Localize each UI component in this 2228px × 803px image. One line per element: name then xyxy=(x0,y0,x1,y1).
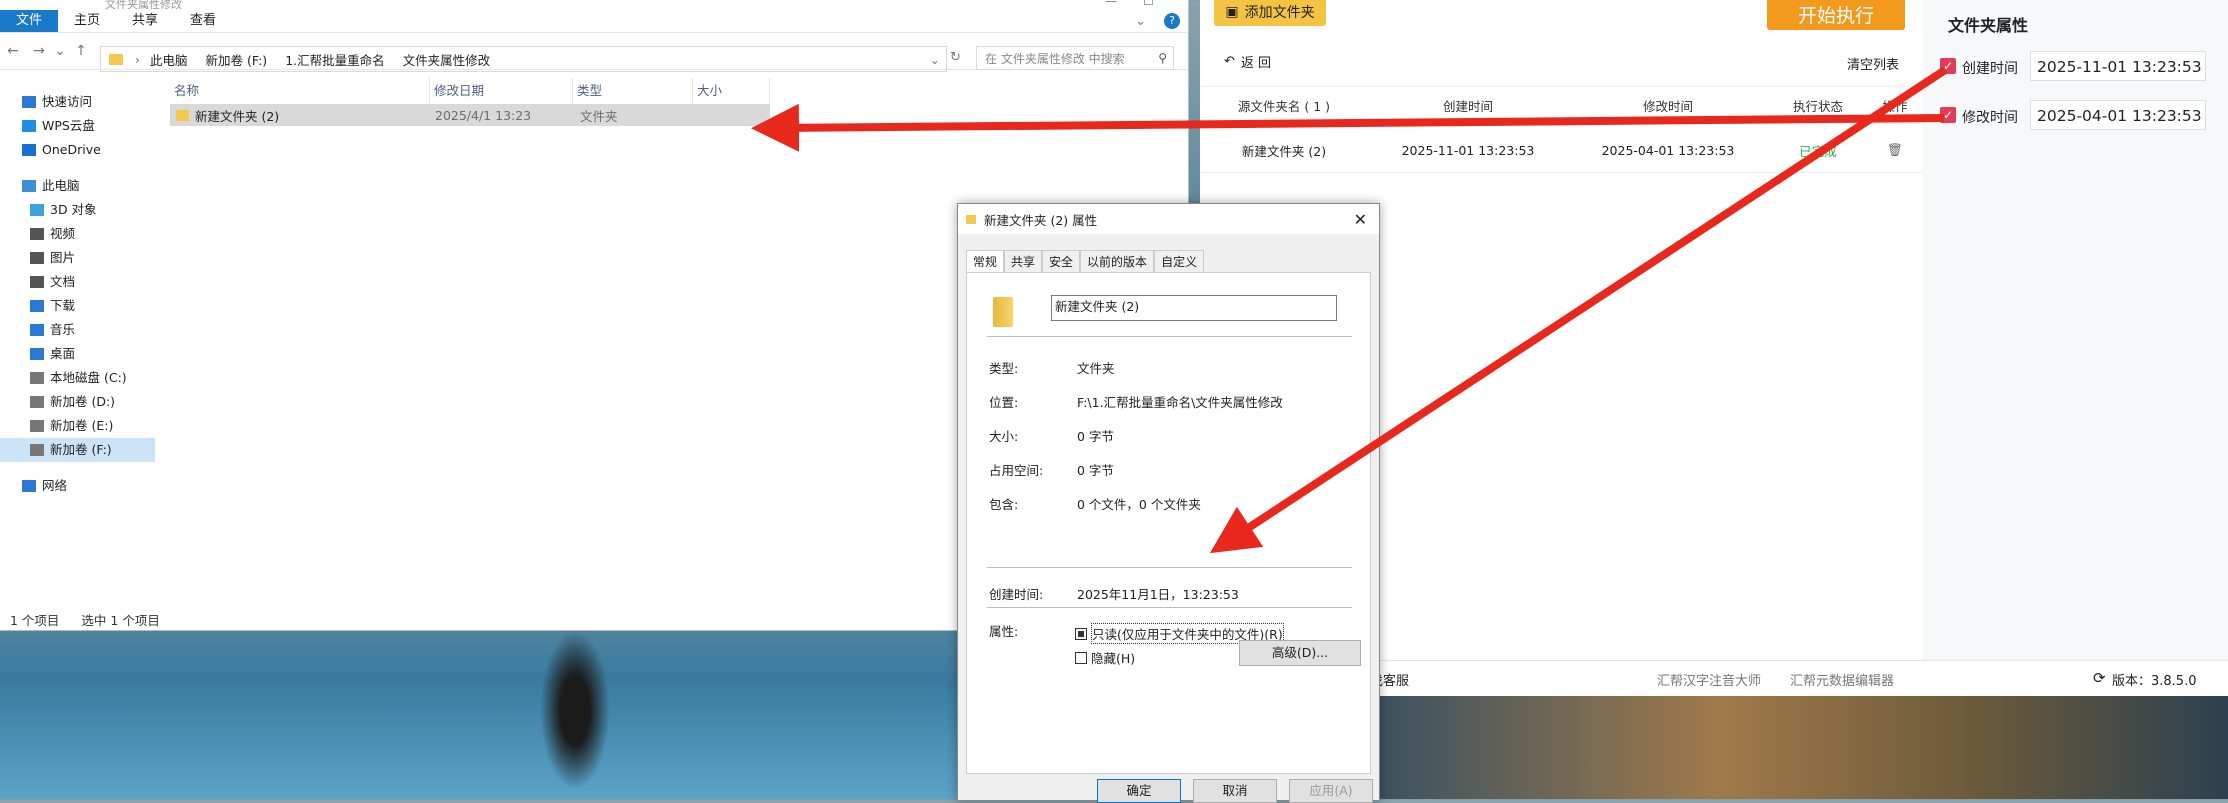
arrow-created-time xyxy=(1209,66,1948,554)
annotation-arrows xyxy=(751,66,1948,554)
arrow-modified-time xyxy=(751,103,1945,152)
